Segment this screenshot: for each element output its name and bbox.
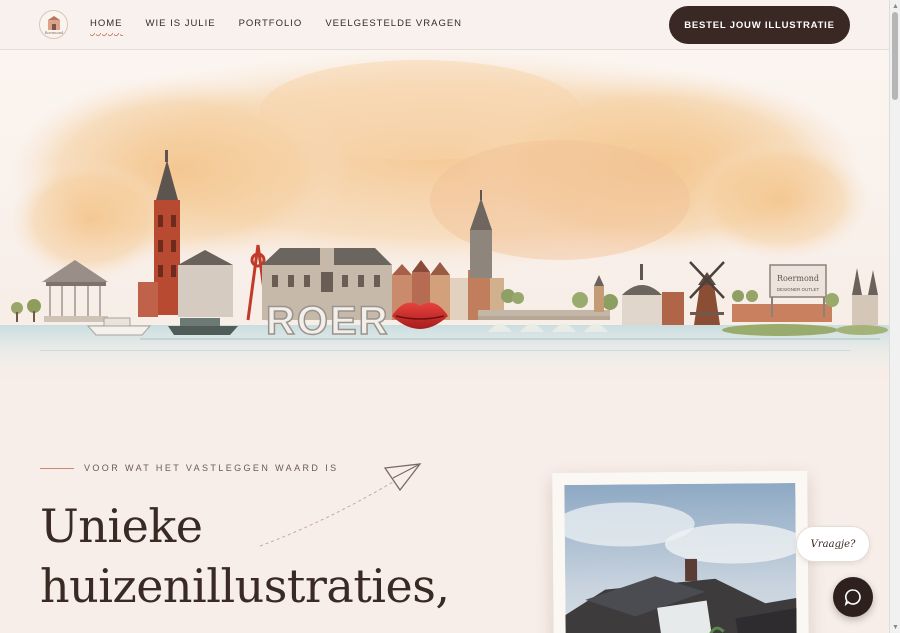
roer-sign: ROER (266, 299, 390, 343)
scrollbar[interactable]: ▲ ▼ (889, 0, 900, 633)
chat-icon (844, 589, 861, 606)
order-illustration-button[interactable]: BESTEL JOUW ILLUSTRATIE (669, 6, 850, 44)
main-nav: HOME WIE IS JULIE PORTFOLIO VEELGESTELDE… (90, 18, 485, 37)
logo-icon: Roermond (44, 15, 63, 35)
site-header: Roermond HOME WIE IS JULIE PORTFOLIO VEE… (0, 0, 889, 50)
nav-portfolio[interactable]: PORTFOLIO (239, 18, 303, 29)
skyline-illustration: ROER Roermond DESIGNER OUTLET (0, 50, 889, 370)
house-photo (564, 482, 797, 633)
nav-home[interactable]: HOME (90, 18, 123, 37)
logo-text: Roermond (44, 31, 63, 35)
scroll-down-icon[interactable]: ▼ (892, 624, 899, 631)
chat-button[interactable] (833, 577, 873, 617)
hero-headline: Unieke huizenillustraties, (40, 496, 450, 616)
headline-line-2: huizenillustraties, (40, 559, 450, 613)
house-photo-card (552, 470, 809, 633)
chat-prompt-bubble[interactable]: Vraagje? (796, 526, 870, 562)
hero-skyline-illustration: ROER Roermond DESIGNER OUTLET (0, 50, 889, 380)
nav-faq[interactable]: VEELGESTELDE VRAGEN (325, 18, 462, 29)
headline-line-1: Unieke (40, 499, 203, 553)
nav-wie-is-julie[interactable]: WIE IS JULIE (146, 18, 216, 29)
logo[interactable]: Roermond (39, 10, 68, 39)
outlet-sign-subtitle: DESIGNER OUTLET (777, 287, 820, 292)
scrollbar-thumb[interactable] (892, 12, 898, 100)
scroll-up-icon[interactable]: ▲ (892, 3, 899, 10)
eyebrow-line (40, 467, 74, 469)
outlet-sign-title: Roermond (777, 274, 819, 283)
